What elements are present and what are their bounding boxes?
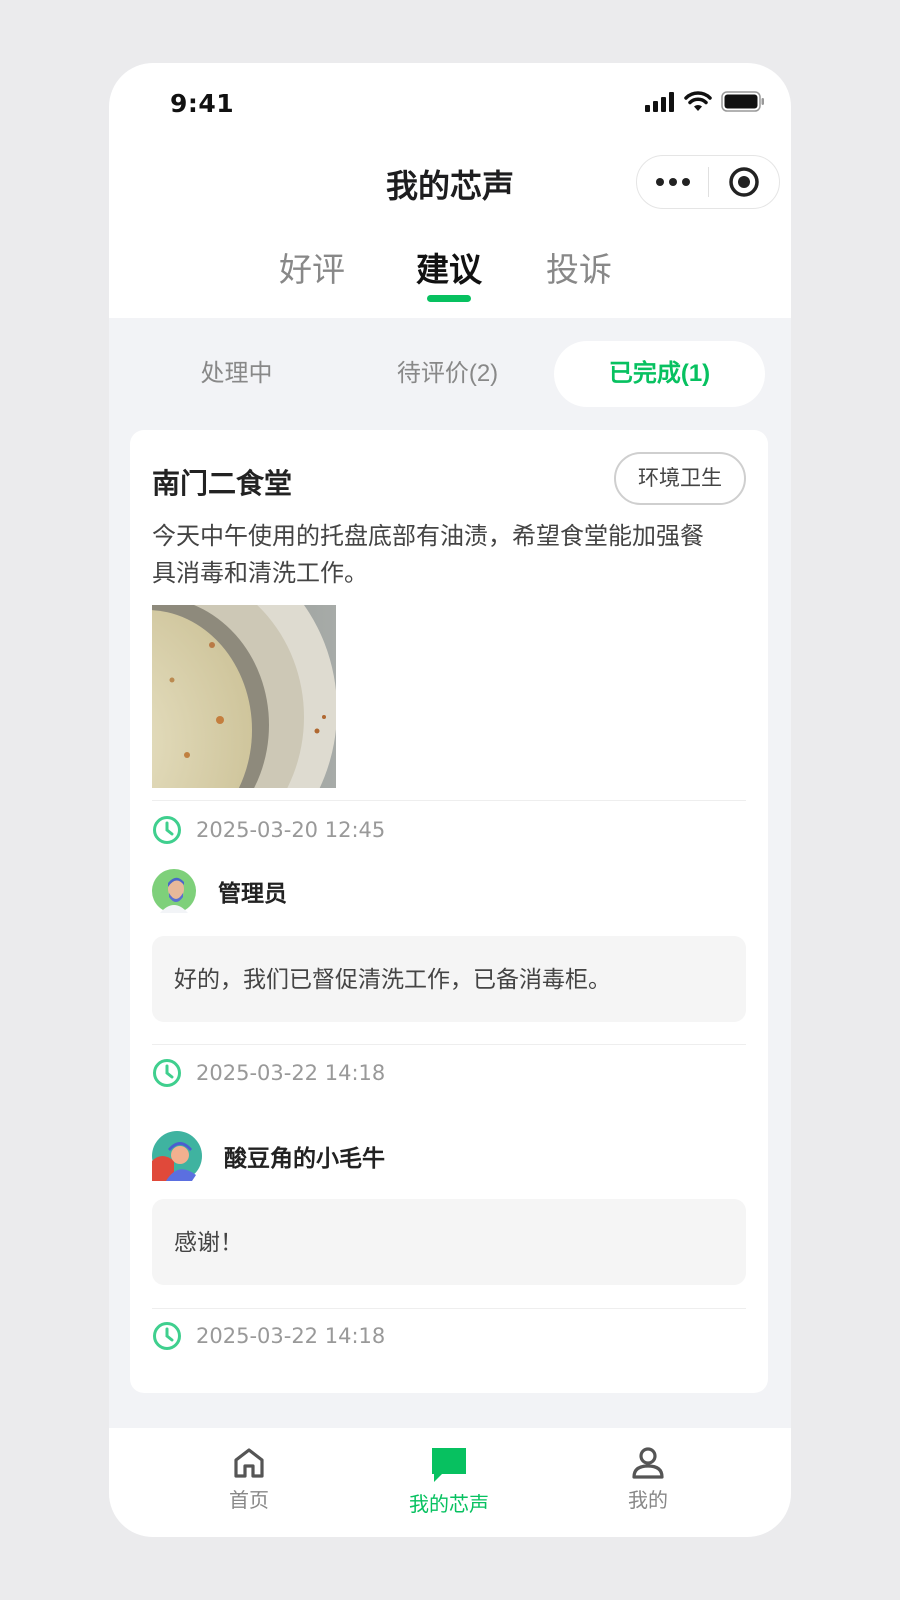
reply-time-row: 2025-03-22 14:18: [152, 1058, 385, 1088]
nav-label: 我的芯声: [409, 1494, 489, 1516]
target-close-icon: [729, 167, 759, 197]
wifi-icon: [684, 91, 712, 111]
store-name: 南门二食堂: [152, 468, 293, 499]
clock-icon: [153, 816, 181, 844]
nav-home[interactable]: 首页: [189, 1446, 309, 1513]
plate-photo: [152, 605, 336, 788]
tab-indicator: [427, 295, 471, 302]
more-button[interactable]: [637, 178, 708, 186]
tab-complaint[interactable]: 投诉: [546, 243, 612, 291]
clock-icon: [153, 1322, 181, 1350]
category-tag: 环境卫生: [614, 452, 746, 505]
tab-praise[interactable]: 好评: [279, 243, 345, 291]
clock-icon: [153, 1059, 181, 1087]
status-icons: [645, 91, 765, 112]
miniapp-capsule: [636, 155, 780, 209]
submitted-time: 2025-03-20 12:45: [196, 818, 386, 842]
segment-completed[interactable]: 已完成(1): [554, 341, 765, 407]
reply-time: 2025-03-22 14:18: [196, 1324, 386, 1348]
divider: [152, 800, 746, 801]
close-button[interactable]: [709, 166, 779, 198]
nav-label: 首页: [229, 1490, 269, 1512]
submitted-time-row: 2025-03-20 12:45: [152, 815, 385, 845]
nav-label: 我的: [628, 1490, 668, 1512]
divider: [152, 1044, 746, 1045]
feedback-content: 今天中午使用的托盘底部有油渍，希望食堂能加强餐具消毒和清洗工作。: [152, 523, 704, 587]
battery-icon: [721, 91, 764, 112]
bottom-nav: 首页 我的芯声 我的: [109, 1428, 791, 1537]
nav-my-voice[interactable]: 我的芯声: [389, 1446, 509, 1517]
divider: [152, 1308, 746, 1309]
reply-user-row: 管理员: [152, 869, 287, 913]
tab-suggestion[interactable]: 建议: [416, 243, 482, 291]
more-dot-icon: [668, 178, 677, 186]
segment-pending-review[interactable]: 待评价(2): [342, 341, 553, 407]
feedback-photo[interactable]: [152, 605, 336, 788]
reply-time-row: 2025-03-22 14:18: [152, 1321, 385, 1351]
phone-screen: 9:41 我的芯声 好评 建议 投诉 处理中 待评价(2) 已完成(1) 南门二…: [109, 63, 791, 1537]
chat-icon: [432, 1448, 466, 1482]
reply-user-name: 管理员: [218, 880, 287, 906]
segment-processing[interactable]: 处理中: [131, 341, 342, 407]
signal-icon: [645, 91, 674, 112]
status-segment: 处理中 待评价(2) 已完成(1): [131, 341, 765, 407]
home-icon: [234, 1448, 264, 1478]
reply-bubble: 感谢！: [152, 1199, 746, 1285]
more-dot-icon: [655, 178, 664, 186]
user-icon: [632, 1447, 664, 1479]
reply-bubble: 好的，我们已督促清洗工作，已备消毒柜。: [152, 936, 746, 1022]
reply-time: 2025-03-22 14:18: [196, 1061, 386, 1085]
more-dot-icon: [681, 178, 690, 186]
status-time: 9:41: [170, 89, 235, 118]
reply-user-row: 酸豆角的小毛牛: [152, 1131, 385, 1181]
avatar: [152, 1131, 202, 1181]
nav-mine[interactable]: 我的: [588, 1446, 708, 1513]
feedback-card[interactable]: 南门二食堂 环境卫生 今天中午使用的托盘底部有油渍，希望食堂能加强餐具消毒和清洗…: [130, 430, 768, 1393]
header-area: 9:41 我的芯声 好评 建议 投诉: [109, 63, 791, 318]
reply-user-name: 酸豆角的小毛牛: [224, 1145, 385, 1171]
avatar: [152, 869, 196, 913]
